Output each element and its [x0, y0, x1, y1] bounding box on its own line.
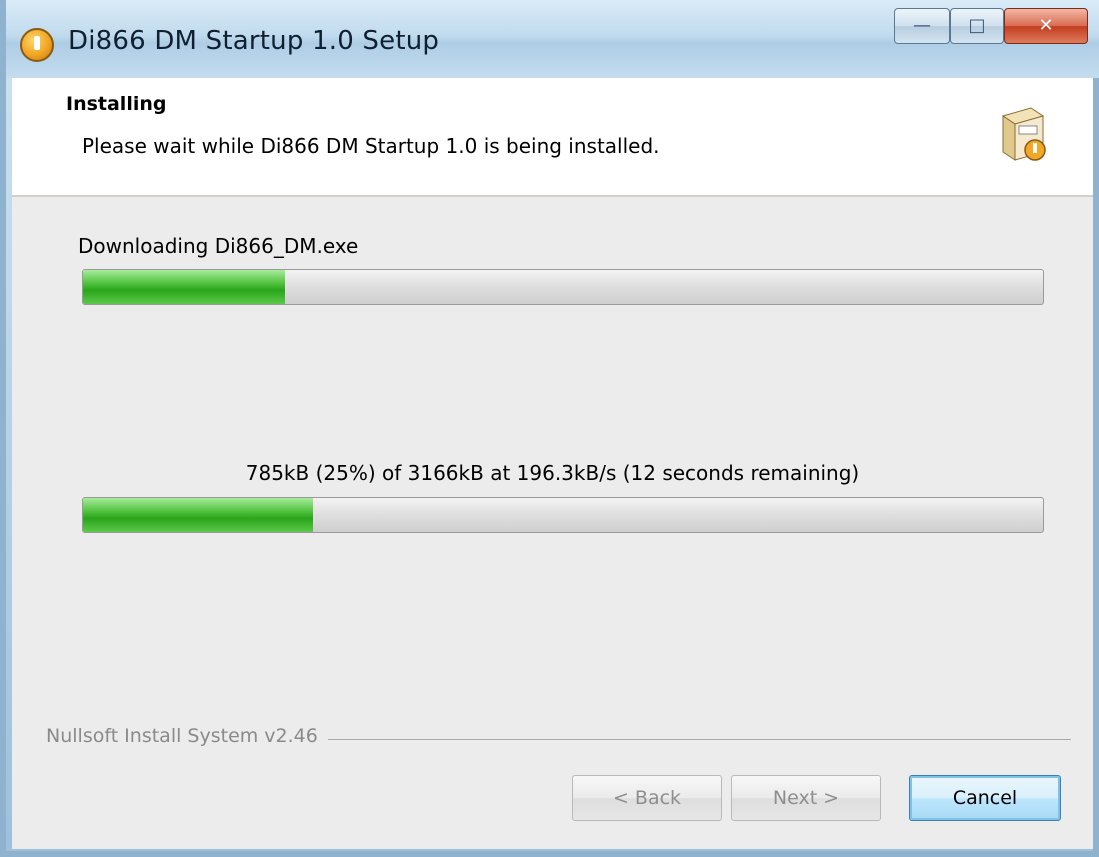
close-button[interactable]: ✕	[1004, 8, 1088, 44]
wizard-header: Installing Please wait while Di866 DM St…	[12, 78, 1093, 197]
setup-app-icon	[20, 28, 54, 62]
back-button[interactable]: < Back	[572, 775, 722, 821]
installer-box-icon	[1001, 107, 1046, 161]
installer-window: Di866 DM Startup 1.0 Setup — □ ✕ Install…	[0, 0, 1099, 857]
next-button[interactable]: Next >	[731, 775, 881, 821]
download-label: Downloading Di866_DM.exe	[78, 234, 359, 258]
transfer-progress-bar	[82, 497, 1044, 533]
wizard-content: Downloading Di866_DM.exe 785kB (25%) of …	[12, 197, 1093, 849]
download-status-text: 785kB (25%) of 3166kB at 196.3kB/s (12 s…	[245, 461, 860, 485]
title-bar[interactable]: Di866 DM Startup 1.0 Setup — □ ✕	[6, 0, 1099, 78]
page-title: Installing	[66, 93, 167, 115]
transfer-progress-fill	[83, 498, 314, 532]
download-progress-bar	[82, 269, 1044, 305]
maximize-icon: □	[968, 15, 986, 36]
close-icon: ✕	[1038, 15, 1054, 36]
minimize-icon: —	[913, 15, 931, 36]
maximize-button[interactable]: □	[950, 8, 1004, 44]
download-progress-fill	[83, 270, 285, 304]
cancel-button[interactable]: Cancel	[909, 775, 1061, 821]
page-subtitle: Please wait while Di866 DM Startup 1.0 i…	[82, 134, 660, 158]
branding-text: Nullsoft Install System v2.46	[46, 725, 328, 747]
minimize-button[interactable]: —	[894, 8, 950, 44]
window-title: Di866 DM Startup 1.0 Setup	[68, 26, 440, 56]
